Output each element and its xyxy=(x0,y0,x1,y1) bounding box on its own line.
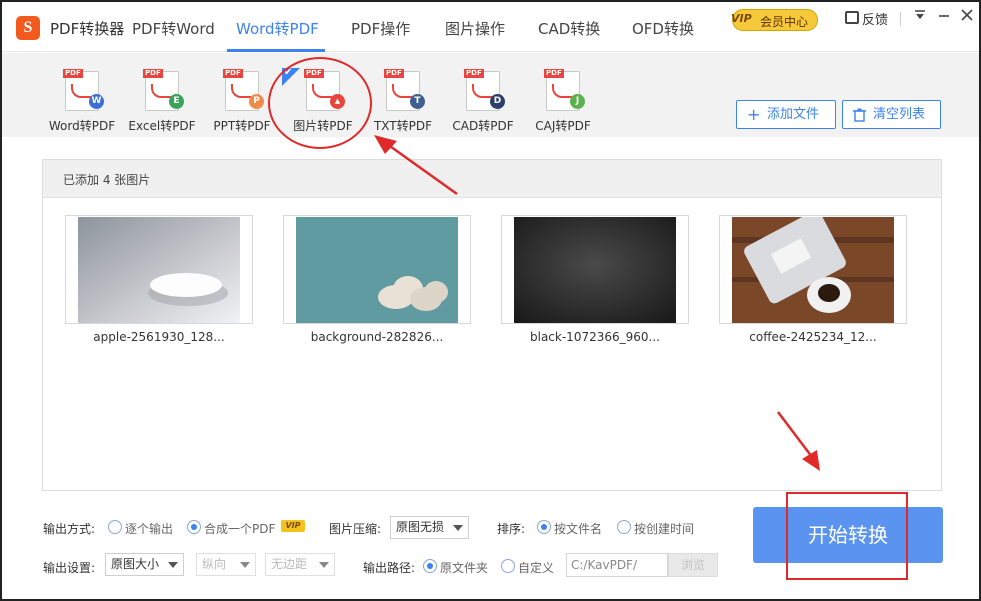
image-thumbnail[interactable] xyxy=(719,215,907,324)
tab-cad-convert[interactable]: CAD转换 xyxy=(538,18,600,39)
chevron-down-icon xyxy=(319,562,329,568)
tab-ofd-convert[interactable]: OFD转换 xyxy=(632,18,694,39)
tool-cad-to-pdf[interactable]: PDF D CAD转PDF xyxy=(445,69,521,134)
path-custom-label[interactable]: 自定义 xyxy=(518,559,554,576)
sort-by-name-radio[interactable] xyxy=(537,520,551,534)
compress-value: 原图无损 xyxy=(396,520,445,534)
app-window: S PDF转换器 PDF转Word Word转PDF PDF操作 图片操作 CA… xyxy=(0,0,981,601)
margin-select: 无边距 xyxy=(265,553,335,576)
plus-icon: + xyxy=(747,105,761,124)
path-source-folder-radio[interactable] xyxy=(423,559,437,573)
image-thumbnail[interactable] xyxy=(283,215,471,324)
orientation-select: 纵向 xyxy=(196,553,256,576)
tab-image-operations[interactable]: 图片操作 xyxy=(445,18,505,39)
tab-pdf-to-word[interactable]: PDF转Word xyxy=(132,18,215,39)
file-name: background-282826... xyxy=(310,330,444,344)
output-settings-label: 输出设置: xyxy=(43,561,96,575)
tool-label: PPT转PDF xyxy=(213,119,271,133)
menu-dropdown-icon[interactable] xyxy=(911,8,929,26)
vip-center-label: 会员中心 xyxy=(760,15,809,29)
app-logo-icon: S xyxy=(16,16,40,40)
cad-pdf-icon: PDF D xyxy=(464,69,505,111)
output-one-by-one-radio[interactable] xyxy=(108,520,122,534)
ppt-badge-icon: P xyxy=(249,94,264,109)
ppt-pdf-icon: PDF P xyxy=(223,69,264,111)
vip-tag: VIP xyxy=(281,520,305,532)
annotation-circle xyxy=(268,57,372,149)
paper-clouds-image xyxy=(296,217,458,323)
vip-crown-icon: VIP xyxy=(731,12,752,25)
add-file-label: 添加文件 xyxy=(767,107,820,122)
active-tab-indicator xyxy=(227,49,325,52)
compress-select[interactable]: 原图无损 xyxy=(390,516,469,539)
tool-word-to-pdf[interactable]: PDF W Word转PDF xyxy=(44,69,120,134)
caj-badge-icon: J xyxy=(570,94,585,109)
file-list-panel: 已添加 4 张图片 apple-2561930_128... backgroun… xyxy=(42,159,942,491)
close-icon[interactable] xyxy=(958,8,976,26)
browse-button: 浏览 xyxy=(668,553,718,577)
sort-label: 排序: xyxy=(497,522,526,536)
tool-label: CAJ转PDF xyxy=(535,119,591,133)
word-pdf-icon: PDF W xyxy=(63,69,104,111)
compress-label: 图片压缩: xyxy=(329,522,382,536)
annotation-rectangle xyxy=(786,492,908,580)
file-name: black-1072366_960... xyxy=(530,330,660,344)
tool-excel-to-pdf[interactable]: PDF E Excel转PDF xyxy=(124,69,200,134)
clear-list-label: 清空列表 xyxy=(873,107,926,122)
image-thumbnail[interactable] xyxy=(501,215,689,324)
tab-pdf-operations[interactable]: PDF操作 xyxy=(351,18,410,39)
image-thumbnail[interactable] xyxy=(65,215,253,324)
trash-icon xyxy=(853,101,866,130)
output-path-label: 输出路径: xyxy=(363,561,416,575)
caj-pdf-icon: PDF J xyxy=(544,69,585,111)
tool-label: Excel转PDF xyxy=(128,119,196,133)
page-size-value: 原图大小 xyxy=(111,557,160,571)
orientation-value: 纵向 xyxy=(202,557,227,571)
chevron-down-icon xyxy=(453,525,463,531)
file-name: apple-2561930_128... xyxy=(93,330,225,344)
word-badge-icon: W xyxy=(89,94,104,109)
margin-value: 无边距 xyxy=(271,557,308,571)
title-divider xyxy=(900,12,901,26)
tab-word-to-pdf[interactable]: Word转PDF xyxy=(236,18,319,39)
path-source-folder-label[interactable]: 原文件夹 xyxy=(440,559,488,576)
feedback-icon[interactable] xyxy=(845,11,859,24)
path-custom-radio[interactable] xyxy=(501,559,515,573)
chevron-down-icon xyxy=(240,562,250,568)
output-path-input[interactable]: C:/KavPDF/ xyxy=(566,553,668,577)
minimize-icon[interactable] xyxy=(935,8,953,26)
tool-label: CAD转PDF xyxy=(452,119,514,133)
tool-label: TXT转PDF xyxy=(373,119,433,133)
output-merge-label[interactable]: 合成一个PDF xyxy=(204,520,275,537)
tool-txt-to-pdf[interactable]: PDF T TXT转PDF xyxy=(365,69,441,134)
chevron-down-icon xyxy=(168,562,178,568)
coffee-laptop-image xyxy=(732,217,894,323)
sort-by-name-label[interactable]: 按文件名 xyxy=(554,520,602,537)
output-merge-radio[interactable] xyxy=(187,520,201,534)
tool-label: Word转PDF xyxy=(48,119,116,133)
txt-badge-icon: T xyxy=(410,94,425,109)
page-size-select[interactable]: 原图大小 xyxy=(105,553,184,576)
excel-badge-icon: E xyxy=(169,94,184,109)
output-one-by-one-label[interactable]: 逐个输出 xyxy=(125,520,173,537)
tool-caj-to-pdf[interactable]: PDF J CAJ转PDF xyxy=(525,69,601,134)
excel-pdf-icon: PDF E xyxy=(143,69,184,111)
chalkboard-image xyxy=(514,217,676,323)
file-list-header: 已添加 4 张图片 xyxy=(43,160,941,198)
output-mode-label: 输出方式: xyxy=(43,522,96,536)
txt-pdf-icon: PDF T xyxy=(384,69,425,111)
sort-by-created-label[interactable]: 按创建时间 xyxy=(634,520,694,537)
vip-center-button[interactable]: VIP 会员中心 xyxy=(731,9,818,31)
app-title: PDF转换器 xyxy=(50,20,125,38)
clear-list-button[interactable]: 清空列表 xyxy=(842,100,941,129)
add-file-button[interactable]: + 添加文件 xyxy=(736,100,836,129)
sort-by-created-radio[interactable] xyxy=(617,520,631,534)
file-count-text: 已添加 4 张图片 xyxy=(63,173,151,187)
title-bar: S PDF转换器 PDF转Word Word转PDF PDF操作 图片操作 CA… xyxy=(2,2,979,52)
file-name: coffee-2425234_12... xyxy=(749,330,877,344)
apple-mouse-image xyxy=(78,217,240,323)
cad-badge-icon: D xyxy=(490,94,505,109)
feedback-label[interactable]: 反馈 xyxy=(862,9,888,28)
